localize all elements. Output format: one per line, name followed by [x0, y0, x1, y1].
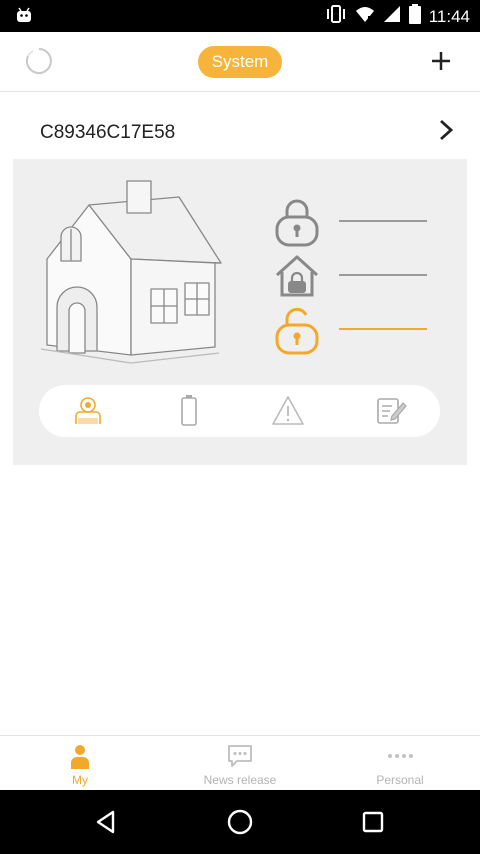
tab-label: My — [72, 773, 88, 787]
status-bar: 11:44 — [0, 0, 480, 32]
mode-indicator-line — [339, 328, 427, 330]
home-lock-icon — [273, 251, 321, 301]
refresh-button[interactable] — [22, 47, 56, 80]
chat-icon — [226, 742, 254, 770]
tab-label: News release — [203, 773, 277, 787]
status-clock: 11:44 — [428, 6, 470, 26]
lock-open-icon — [273, 305, 321, 355]
house-illustration — [27, 177, 223, 373]
refresh-icon — [25, 47, 53, 80]
battery-button[interactable] — [172, 394, 206, 431]
tab-news-release[interactable]: News release — [160, 736, 320, 791]
device-row[interactable]: C89346C17E58 — [0, 92, 480, 158]
log-button[interactable] — [374, 395, 408, 429]
warning-icon — [271, 394, 305, 431]
vibrate-icon — [325, 4, 347, 29]
sensor-icon — [73, 394, 103, 431]
chevron-right-icon — [432, 116, 460, 144]
battery-icon — [408, 4, 421, 29]
mode-disarm-row[interactable] — [273, 305, 443, 355]
tab-personal[interactable]: Personal — [320, 736, 480, 791]
system-nav-bar — [0, 790, 480, 854]
back-icon — [93, 809, 119, 840]
app-header: System — [0, 32, 480, 92]
mode-indicator-line — [339, 274, 427, 276]
tab-label: Personal — [376, 773, 424, 787]
plus-icon — [429, 49, 453, 78]
home-icon — [226, 808, 254, 841]
recents-button[interactable] — [353, 804, 393, 844]
signal-icon — [383, 4, 401, 29]
mode-indicator-line — [339, 220, 427, 222]
device-id: C89346C17E58 — [40, 122, 176, 143]
android-icon — [14, 6, 34, 31]
wifi-icon — [355, 4, 375, 29]
mode-home-row[interactable] — [273, 251, 443, 301]
back-button[interactable] — [86, 804, 126, 844]
system-title-button[interactable]: System — [198, 46, 282, 78]
recents-icon — [361, 810, 385, 839]
bottom-tab-bar: My News release Personal — [0, 735, 480, 790]
sensor-button[interactable] — [71, 395, 105, 429]
tab-my[interactable]: My — [0, 736, 160, 791]
lock-closed-icon — [273, 197, 321, 247]
battery-icon — [180, 394, 198, 431]
security-panel — [13, 159, 467, 465]
more-icon — [386, 742, 414, 770]
mode-arm-row[interactable] — [273, 197, 443, 247]
person-icon — [66, 742, 94, 770]
log-icon — [375, 394, 407, 431]
add-button[interactable] — [424, 46, 458, 80]
home-button[interactable] — [220, 804, 260, 844]
warning-button[interactable] — [271, 395, 305, 429]
quick-icon-bar — [39, 385, 440, 437]
